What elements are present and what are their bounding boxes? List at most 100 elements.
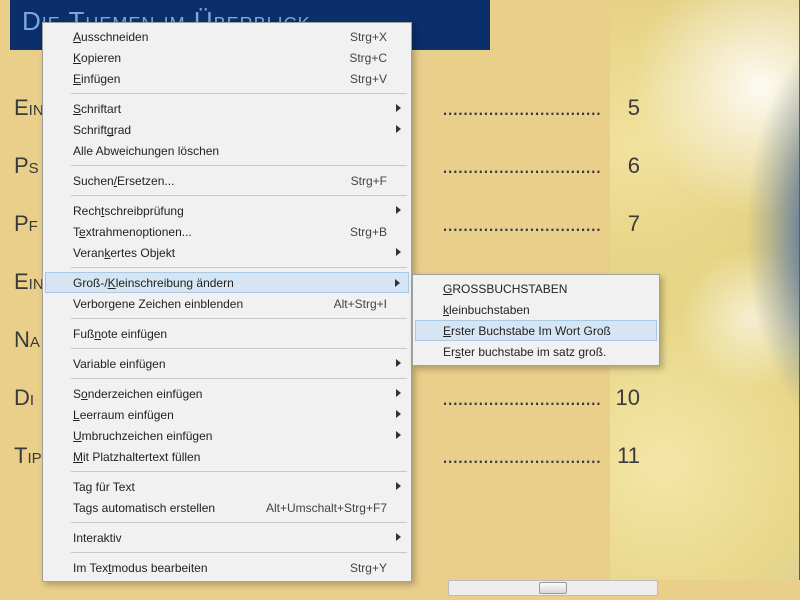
menu-item-interaktiv[interactable]: Interaktiv xyxy=(45,527,409,548)
menu-separator xyxy=(71,522,407,523)
submenu-arrow-icon xyxy=(396,206,401,214)
scrollbar-thumb[interactable] xyxy=(539,582,567,594)
menu-item-verankertes-objekt[interactable]: Verankertes Objekt xyxy=(45,242,409,263)
toc-label: Ein xyxy=(14,95,44,121)
menu-separator xyxy=(71,471,407,472)
menu-item-label: Sonderzeichen einfügen xyxy=(73,387,387,401)
context-submenu-case[interactable]: GROSSBUCHSTABEN kleinbuchstaben Erster Buc… xyxy=(412,274,660,366)
menu-item-ausschneiden[interactable]: Ausschneiden Strg+X xyxy=(45,26,409,47)
submenu-arrow-icon xyxy=(396,431,401,439)
menu-item-textrahmenoptionen[interactable]: Textrahmenoptionen... Strg+B xyxy=(45,221,409,242)
menu-item-schriftart[interactable]: Schriftart xyxy=(45,98,409,119)
submenu-arrow-icon xyxy=(396,359,401,367)
menu-item-label: Ausschneiden xyxy=(73,30,338,44)
menu-separator xyxy=(71,165,407,166)
menu-item-tags-automatisch-erstellen[interactable]: Tags automatisch erstellen Alt+Umschalt+S… xyxy=(45,497,409,518)
menu-item-schriftgrad[interactable]: Schriftgrad xyxy=(45,119,409,140)
menu-item-label: Umbruchzeichen einfügen xyxy=(73,429,387,443)
menu-item-label: Schriftgrad xyxy=(73,123,387,137)
menu-item-label: Erster Buchstabe Im Wort Groß xyxy=(443,324,635,338)
menu-separator xyxy=(71,318,407,319)
menu-item-label: Suchen/Ersetzen... xyxy=(73,174,339,188)
menu-item-shortcut: Strg+C xyxy=(349,51,387,65)
menu-item-einf-gen[interactable]: EinfügenStrg+V xyxy=(45,68,409,89)
toc-label: Tip xyxy=(14,443,44,469)
menu-item-mit-platzhaltertext-f-llen[interactable]: Mit Platzhaltertext füllen xyxy=(45,446,409,467)
menu-item-shortcut: Strg+V xyxy=(350,72,387,86)
menu-item-label: Rechtschreibprüfung xyxy=(73,204,387,218)
menu-item-gro-kleinschreibung-ndern[interactable]: Groß-/Kleinschreibung ändern xyxy=(45,272,409,293)
toc-page-number: 10 xyxy=(610,385,640,411)
toc-page-number: 6 xyxy=(610,153,640,179)
toc-label: Di xyxy=(14,385,44,411)
menu-item-shortcut: Alt+Umschalt+Strg+F7 xyxy=(266,501,387,515)
menu-item-shortcut: Alt+Strg+I xyxy=(334,297,387,311)
menu-item-kopieren[interactable]: Kopieren Strg+C xyxy=(45,47,409,68)
menu-item-shortcut: Strg+Y xyxy=(350,561,387,575)
menu-item-alle-abweichungen-l-schen[interactable]: Alle Abweichungen löschen xyxy=(45,140,409,161)
menu-item-label: Kopieren xyxy=(73,51,337,65)
submenu-arrow-icon xyxy=(395,279,400,287)
menu-item-label: Tags automatisch erstellen xyxy=(73,501,254,515)
menu-item-umbruchzeichen-einf-gen[interactable]: Umbruchzeichen einfügen xyxy=(45,425,409,446)
menu-item-label: Alle Abweichungen löschen xyxy=(73,144,387,158)
submenu-item-erster-buchstabe-im-satz-gro[interactable]: Erster buchstabe im satz groß. xyxy=(415,341,657,362)
menu-separator xyxy=(71,195,407,196)
submenu-arrow-icon xyxy=(396,248,401,256)
toc-label: Na xyxy=(14,327,44,353)
menu-item-tag-f-r-text[interactable]: Tag für Text xyxy=(45,476,409,497)
toc-page-number: 11 xyxy=(610,443,640,469)
toc-page-number: 5 xyxy=(610,95,640,121)
menu-item-label: Mit Platzhaltertext füllen xyxy=(73,450,387,464)
submenu-item-kleinbuchstaben[interactable]: kleinbuchstaben xyxy=(415,299,657,320)
menu-item-fu-note-einf-gen[interactable]: Fußnote einfügen xyxy=(45,323,409,344)
toc-label: Ps xyxy=(14,153,44,179)
toc-dots: ....................................... xyxy=(442,443,602,469)
toc-dots: ....................................... xyxy=(442,211,602,237)
menu-item-im-textmodus-bearbeiten[interactable]: Im Textmodus bearbeiten Strg+Y xyxy=(45,557,409,578)
toc-dots: ....................................... xyxy=(442,385,602,411)
submenu-arrow-icon xyxy=(396,533,401,541)
menu-item-label: Textrahmenoptionen... xyxy=(73,225,338,239)
menu-item-shortcut: Strg+X xyxy=(350,30,387,44)
menu-item-label: Variable einfügen xyxy=(73,357,387,371)
menu-item-label: Verankertes Objekt xyxy=(73,246,387,260)
menu-item-label: Verborgene Zeichen einblenden xyxy=(73,297,322,311)
menu-item-suchen-ersetzen[interactable]: Suchen/Ersetzen... Strg+F xyxy=(45,170,409,191)
menu-item-label: Im Textmodus bearbeiten xyxy=(73,561,338,575)
menu-item-leerraum-einf-gen[interactable]: Leerraum einfügen xyxy=(45,404,409,425)
horizontal-scrollbar[interactable] xyxy=(448,580,658,596)
menu-separator xyxy=(71,552,407,553)
menu-item-variable-einf-gen[interactable]: Variable einfügen xyxy=(45,353,409,374)
submenu-arrow-icon xyxy=(396,389,401,397)
submenu-arrow-icon xyxy=(396,125,401,133)
menu-item-rechtschreibpr-fung[interactable]: Rechtschreibprüfung xyxy=(45,200,409,221)
menu-separator xyxy=(71,93,407,94)
menu-item-shortcut: Strg+F xyxy=(351,174,387,188)
toc-label: Pf xyxy=(14,211,44,237)
menu-item-label: Leerraum einfügen xyxy=(73,408,387,422)
menu-separator xyxy=(71,267,407,268)
toc-dots: ....................................... xyxy=(442,95,602,121)
toc-page-number: 7 xyxy=(610,211,640,237)
menu-item-sonderzeichen-einf-gen[interactable]: Sonderzeichen einfügen xyxy=(45,383,409,404)
submenu-item-erster-buchstabe-im-wort-gro[interactable]: Erster Buchstabe Im Wort Groß xyxy=(415,320,657,341)
menu-item-label: GROSSBUCHSTABEN xyxy=(443,282,635,296)
menu-item-label: Interaktiv xyxy=(73,531,387,545)
menu-item-label: Groß-/Kleinschreibung ändern xyxy=(73,276,387,290)
menu-item-verborgene-zeichen-einblenden[interactable]: Verborgene Zeichen einblenden Alt+Strg+I xyxy=(45,293,409,314)
submenu-arrow-icon xyxy=(396,410,401,418)
submenu-arrow-icon xyxy=(396,482,401,490)
menu-item-label: Fußnote einfügen xyxy=(73,327,387,341)
menu-item-shortcut: Strg+B xyxy=(350,225,387,239)
context-menu[interactable]: Ausschneiden Strg+X Kopieren Strg+C Einfügen… xyxy=(42,22,412,582)
toc-dots: ....................................... xyxy=(442,153,602,179)
submenu-item-grossbuchstaben[interactable]: GROSSBUCHSTABEN xyxy=(415,278,657,299)
toc-label: Ein xyxy=(14,269,44,295)
menu-item-label: Schriftart xyxy=(73,102,387,116)
menu-item-label: kleinbuchstaben xyxy=(443,303,635,317)
menu-item-label: Erster buchstabe im satz groß. xyxy=(443,345,635,359)
menu-separator xyxy=(71,378,407,379)
submenu-arrow-icon xyxy=(396,104,401,112)
menu-item-label: Tag für Text xyxy=(73,480,387,494)
